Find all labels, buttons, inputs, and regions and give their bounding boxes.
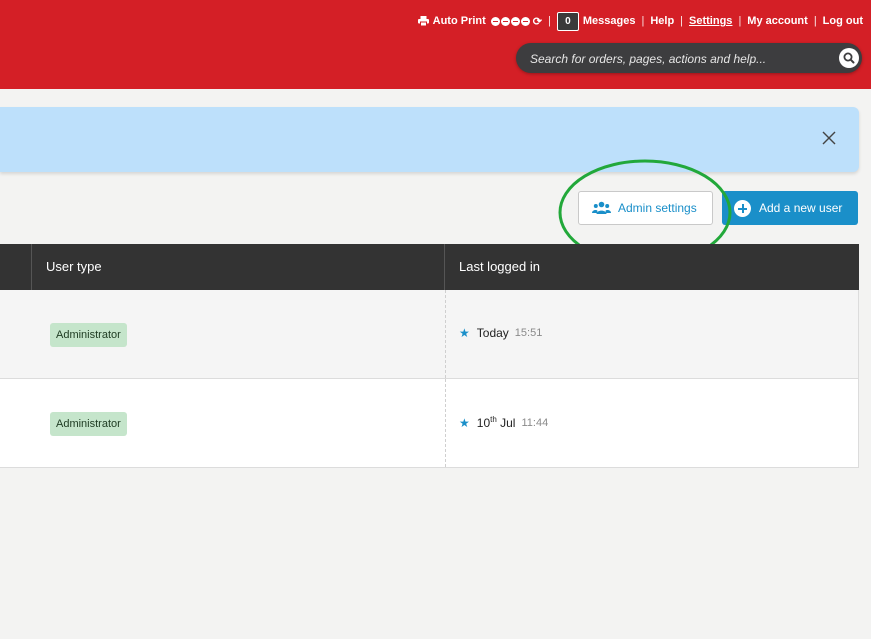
date-month: Jul [496,416,516,430]
star-icon: ★ [459,415,470,430]
date-ordinal: th [490,415,497,424]
auto-print-toggles[interactable]: ⟳ [490,15,542,28]
printer-status-icon[interactable] [500,16,510,26]
last-logged-in-cell: ★ 10th Jul 11:44 [459,415,548,430]
column-header-user-type[interactable]: User type [46,244,102,290]
search-icon [843,52,855,64]
printer-icon [417,16,429,26]
auto-print-label: Auto Print [432,15,486,27]
column-header-last-logged-in[interactable]: Last logged in [459,244,540,290]
divider: | [641,15,645,27]
last-logged-in-cell: ★ Today 15:51 [459,326,542,340]
divider: | [548,15,551,27]
plus-circle-icon [734,199,751,217]
top-links: Auto Print ⟳ | 0 Messages | Help | Settin… [417,11,863,31]
info-banner [0,107,859,172]
search-button[interactable] [839,48,859,68]
last-login-time: 11:44 [521,416,549,429]
column-divider [31,244,32,290]
messages-link[interactable]: 0 Messages [556,11,636,31]
top-header-bar: Auto Print ⟳ | 0 Messages | Help | Settin… [0,0,871,89]
date-day: 10 [476,416,491,430]
refresh-icon[interactable]: ⟳ [533,15,542,28]
printer-status-icon[interactable] [490,16,500,26]
printer-status-icon[interactable] [510,16,520,26]
table-row[interactable]: Administrator ★ 10th Jul 11:44 [0,379,859,468]
admin-settings-button[interactable]: Admin settings [578,191,713,225]
users-group-icon [592,201,611,214]
cell-divider [445,379,446,467]
divider: | [738,15,742,27]
column-divider [444,244,445,290]
users-table: User type Last logged in Administrator ★… [0,244,859,468]
table-header: User type Last logged in [0,244,859,290]
add-new-user-button[interactable]: Add a new user [722,191,858,225]
admin-settings-label: Admin settings [618,201,697,215]
star-icon: ★ [459,326,470,340]
search-input[interactable] [528,43,832,75]
help-link[interactable]: Help [650,15,674,27]
messages-count-badge: 0 [556,11,579,31]
last-login-date: Today [476,326,509,340]
messages-label: Messages [582,14,636,27]
cell-divider [445,290,446,378]
divider: | [680,15,684,27]
auto-print-control[interactable]: Auto Print ⟳ [417,15,542,28]
search-bar [516,43,862,75]
settings-link[interactable]: Settings [689,15,732,27]
add-user-label: Add a new user [759,201,843,215]
divider: | [813,15,817,27]
user-type-badge: Administrator [50,412,127,436]
close-icon[interactable] [821,130,837,146]
last-login-date: 10th Jul [477,415,516,430]
printer-status-icon[interactable] [520,16,530,26]
user-type-badge: Administrator [50,323,127,347]
last-login-time: 15:51 [514,327,543,339]
my-account-link[interactable]: My account [747,15,808,27]
table-row[interactable]: Administrator ★ Today 15:51 [0,290,859,379]
log-out-link[interactable]: Log out [823,15,863,27]
